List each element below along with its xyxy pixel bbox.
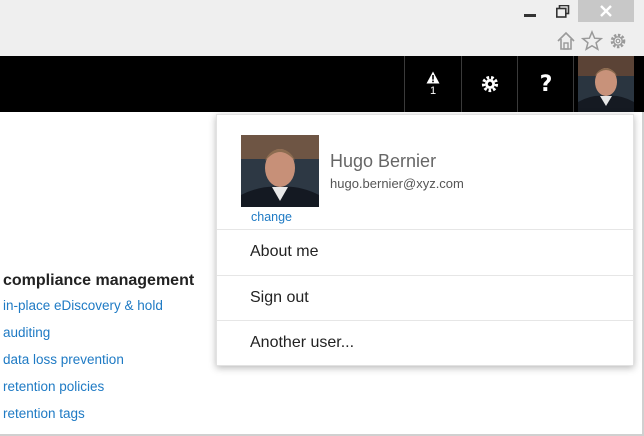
home-icon[interactable] [555, 30, 577, 52]
user-name: Hugo Bernier [330, 151, 437, 171]
help-icon: ? [539, 71, 553, 97]
user-email: hugo.bernier@xyz.com [330, 176, 464, 191]
nav-link-ediscovery[interactable]: in-place eDiscovery & hold [3, 298, 163, 313]
app-topbar: 1 ? [0, 56, 644, 112]
gear-icon[interactable] [607, 30, 629, 52]
separator [573, 56, 574, 112]
nav-link-retention-tags[interactable]: retention tags [3, 406, 85, 421]
nav-link-dlp[interactable]: data loss prevention [3, 352, 124, 367]
nav-link-auditing[interactable]: auditing [3, 325, 50, 340]
profile-photo [241, 135, 319, 207]
help-button[interactable]: ? [518, 56, 574, 112]
minimize-button[interactable] [512, 0, 548, 22]
gear-icon [481, 75, 499, 93]
menu-item-about-me[interactable]: About me [217, 229, 633, 274]
change-photo-link[interactable]: change [251, 210, 292, 224]
user-avatar-button[interactable] [578, 56, 634, 112]
settings-button[interactable] [462, 56, 518, 112]
close-icon [600, 5, 612, 17]
restore-button[interactable] [548, 0, 578, 22]
browser-chrome [0, 0, 644, 56]
alerts-button[interactable]: 1 [405, 56, 461, 112]
close-button[interactable] [578, 0, 634, 22]
minimize-icon [524, 13, 536, 17]
menu-item-sign-out[interactable]: Sign out [217, 275, 633, 320]
warning-icon [426, 71, 440, 84]
nav-heading: compliance management [3, 272, 195, 289]
alert-count: 1 [429, 85, 437, 97]
menu-item-label: Sign out [250, 289, 309, 306]
nav-link-retention-policies[interactable]: retention policies [3, 379, 104, 394]
account-panel: change Hugo Bernier hugo.bernier@xyz.com… [216, 114, 634, 366]
menu-item-label: Another user... [250, 334, 355, 351]
menu-item-another-user[interactable]: Another user... [217, 320, 633, 365]
restore-icon [556, 4, 570, 18]
menu-item-label: About me [250, 243, 319, 260]
star-icon[interactable] [581, 30, 603, 52]
